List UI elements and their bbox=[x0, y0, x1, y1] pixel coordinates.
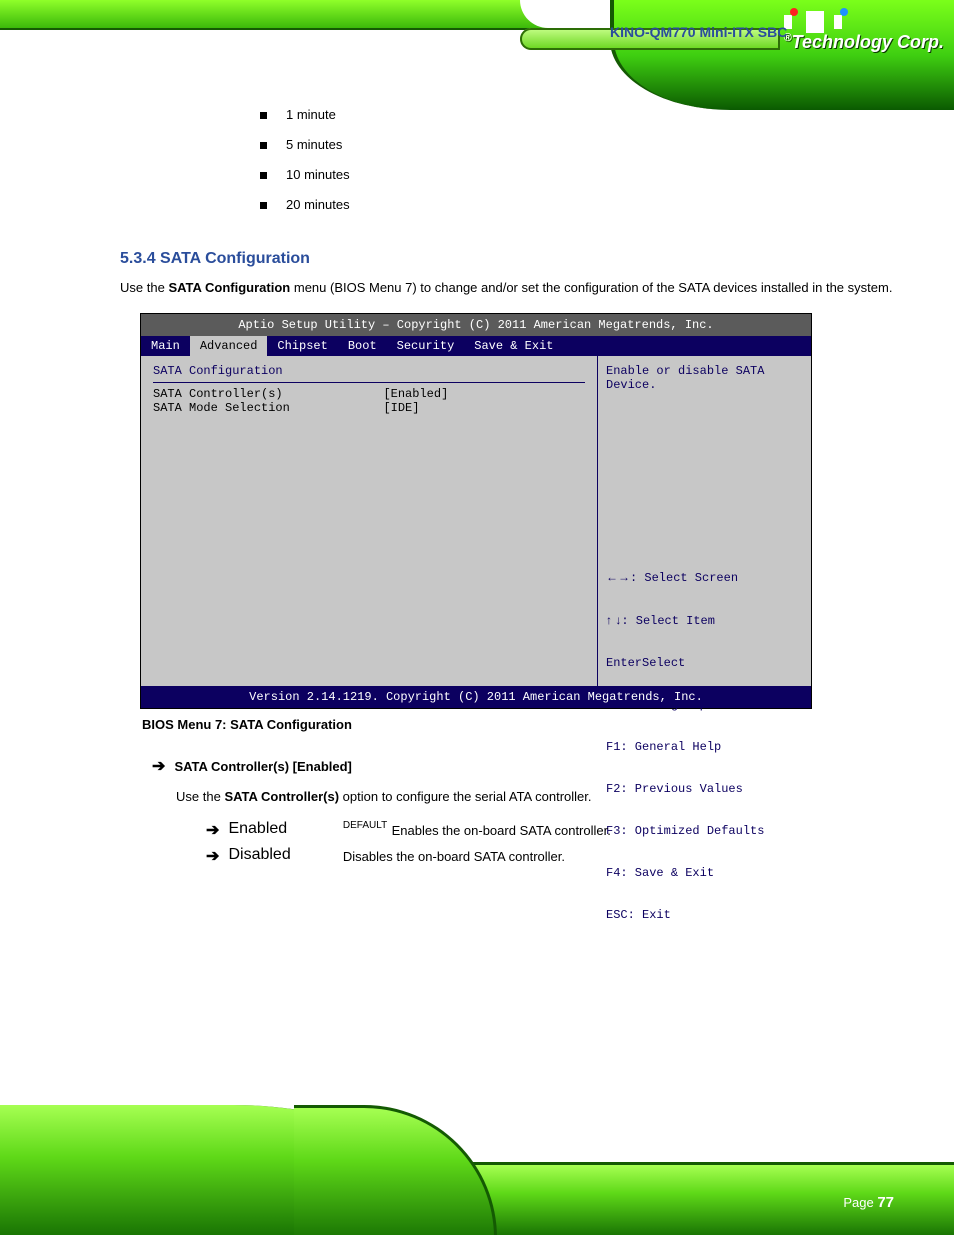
bios-config-title: SATA Configuration bbox=[153, 364, 585, 378]
bios-tab-main: Main bbox=[141, 336, 190, 356]
list-item: 5 minutes bbox=[260, 130, 894, 160]
document-title: KINO-QM770 Mini-ITX SBC bbox=[610, 24, 894, 40]
bios-main-panel: SATA Configuration SATA Controller(s) [E… bbox=[141, 356, 597, 686]
bios-side-panel: Enable or disable SATA Device. ←→: Selec… bbox=[597, 356, 811, 686]
list-item: 20 minutes bbox=[260, 190, 894, 220]
bios-tab-security: Security bbox=[387, 336, 465, 356]
bios-tab-chipset: Chipset bbox=[267, 336, 337, 356]
content: KINO-QM770 Mini-ITX SBC 1 minute 5 minut… bbox=[0, 0, 954, 1012]
arrow-right-icon: ➔ bbox=[206, 846, 224, 866]
page-number: Page 77 bbox=[843, 1194, 894, 1211]
bios-tabs: Main Advanced Chipset Boot Security Save… bbox=[141, 336, 811, 356]
list-item: 10 minutes bbox=[260, 160, 894, 190]
arrow-right-icon: ➔ bbox=[152, 756, 170, 776]
bios-row-sata-mode: SATA Mode Selection [IDE] bbox=[153, 401, 585, 415]
section-intro: Use the SATA Configuration menu (BIOS Me… bbox=[120, 280, 894, 295]
bios-title-bar: Aptio Setup Utility – Copyright (C) 2011… bbox=[141, 314, 811, 336]
time-options-list: 1 minute 5 minutes 10 minutes 20 minutes bbox=[260, 100, 894, 220]
bios-row-sata-controllers: SATA Controller(s) [Enabled] bbox=[153, 387, 585, 401]
bios-help-line: Enable or disable SATA bbox=[606, 364, 801, 378]
bios-tab-advanced: Advanced bbox=[190, 336, 268, 356]
arrow-right-icon: ➔ bbox=[206, 820, 224, 840]
footer-banner: Page 77 bbox=[0, 1105, 954, 1235]
bios-help-line: Device. bbox=[606, 378, 801, 392]
bios-tab-boot: Boot bbox=[338, 336, 387, 356]
bios-screenshot: Aptio Setup Utility – Copyright (C) 2011… bbox=[140, 313, 812, 709]
list-item: 1 minute bbox=[260, 100, 894, 130]
bios-tab-save: Save & Exit bbox=[464, 336, 563, 356]
section-heading: 5.3.4 SATA Configuration bbox=[120, 250, 894, 268]
bios-nav-help: ←→: Select Screen ↑ ↓: Select Item Enter… bbox=[606, 542, 801, 950]
